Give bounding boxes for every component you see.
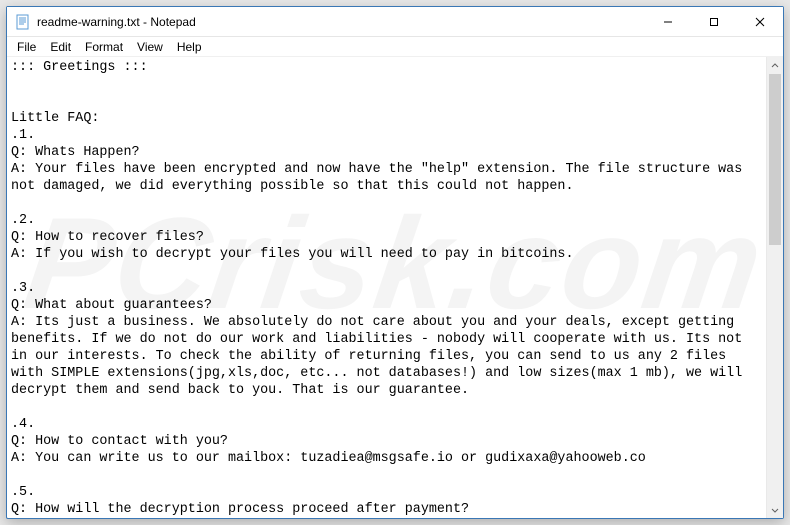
maximize-button[interactable] [691, 7, 737, 36]
scroll-track[interactable] [767, 74, 783, 501]
editor-area: PCrisk.com ::: Greetings ::: Little FAQ:… [7, 57, 783, 518]
menu-view[interactable]: View [131, 38, 169, 56]
close-button[interactable] [737, 7, 783, 36]
minimize-button[interactable] [645, 7, 691, 36]
scroll-thumb[interactable] [769, 74, 781, 245]
menubar: File Edit Format View Help [7, 37, 783, 57]
window-controls [645, 7, 783, 36]
titlebar[interactable]: readme-warning.txt - Notepad [7, 7, 783, 37]
menu-edit[interactable]: Edit [44, 38, 77, 56]
notepad-window: readme-warning.txt - Notepad File Edit F… [6, 6, 784, 519]
scroll-up-button[interactable] [767, 57, 783, 74]
menu-help[interactable]: Help [171, 38, 208, 56]
vertical-scrollbar[interactable] [766, 57, 783, 518]
scroll-down-button[interactable] [767, 501, 783, 518]
text-editor[interactable]: ::: Greetings ::: Little FAQ: .1. Q: Wha… [7, 57, 766, 518]
window-title: readme-warning.txt - Notepad [37, 15, 645, 29]
menu-file[interactable]: File [11, 38, 42, 56]
menu-format[interactable]: Format [79, 38, 129, 56]
notepad-icon [15, 14, 31, 30]
